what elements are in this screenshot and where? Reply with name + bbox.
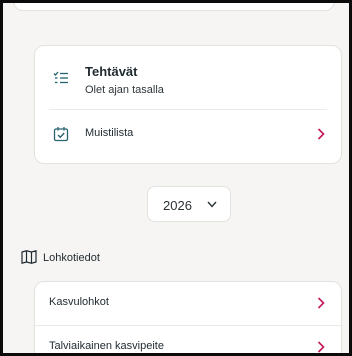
chevron-right-icon [317, 297, 325, 309]
block-info-list: Kasvulohkot Talviaikainen kasvipeite [34, 281, 342, 353]
section-title: Lohkotiedot [43, 252, 100, 264]
list-item-label: Kasvulohkot [49, 296, 109, 308]
tasks-card: Tehtävät Olet ajan tasalla Muistilista [34, 45, 342, 164]
tasks-row[interactable]: Tehtävät Olet ajan tasalla [35, 46, 341, 106]
map-icon [21, 250, 37, 264]
list-item-label: Talviaikainen kasvipeite [49, 340, 164, 352]
app-screen: Tehtävät Olet ajan tasalla Muistilista 2… [0, 0, 352, 356]
tasks-status: Olet ajan tasalla [85, 84, 164, 96]
calendar-check-icon [53, 127, 69, 142]
previous-card [13, 3, 335, 11]
memo-list-row[interactable]: Muistilista [35, 112, 341, 156]
task-list-icon [53, 71, 68, 84]
year-selector[interactable]: 2026 [147, 186, 231, 222]
divider [49, 109, 327, 110]
list-item[interactable]: Kasvulohkot [35, 282, 341, 324]
section-header: Lohkotiedot [21, 248, 221, 266]
year-value: 2026 [163, 198, 192, 213]
list-item[interactable]: Talviaikainen kasvipeite [35, 326, 341, 353]
chevron-down-icon [207, 201, 217, 208]
chevron-right-icon [317, 128, 325, 140]
chevron-right-icon [317, 341, 325, 353]
memo-list-label: Muistilista [85, 127, 134, 139]
tasks-title: Tehtävät [85, 64, 138, 79]
